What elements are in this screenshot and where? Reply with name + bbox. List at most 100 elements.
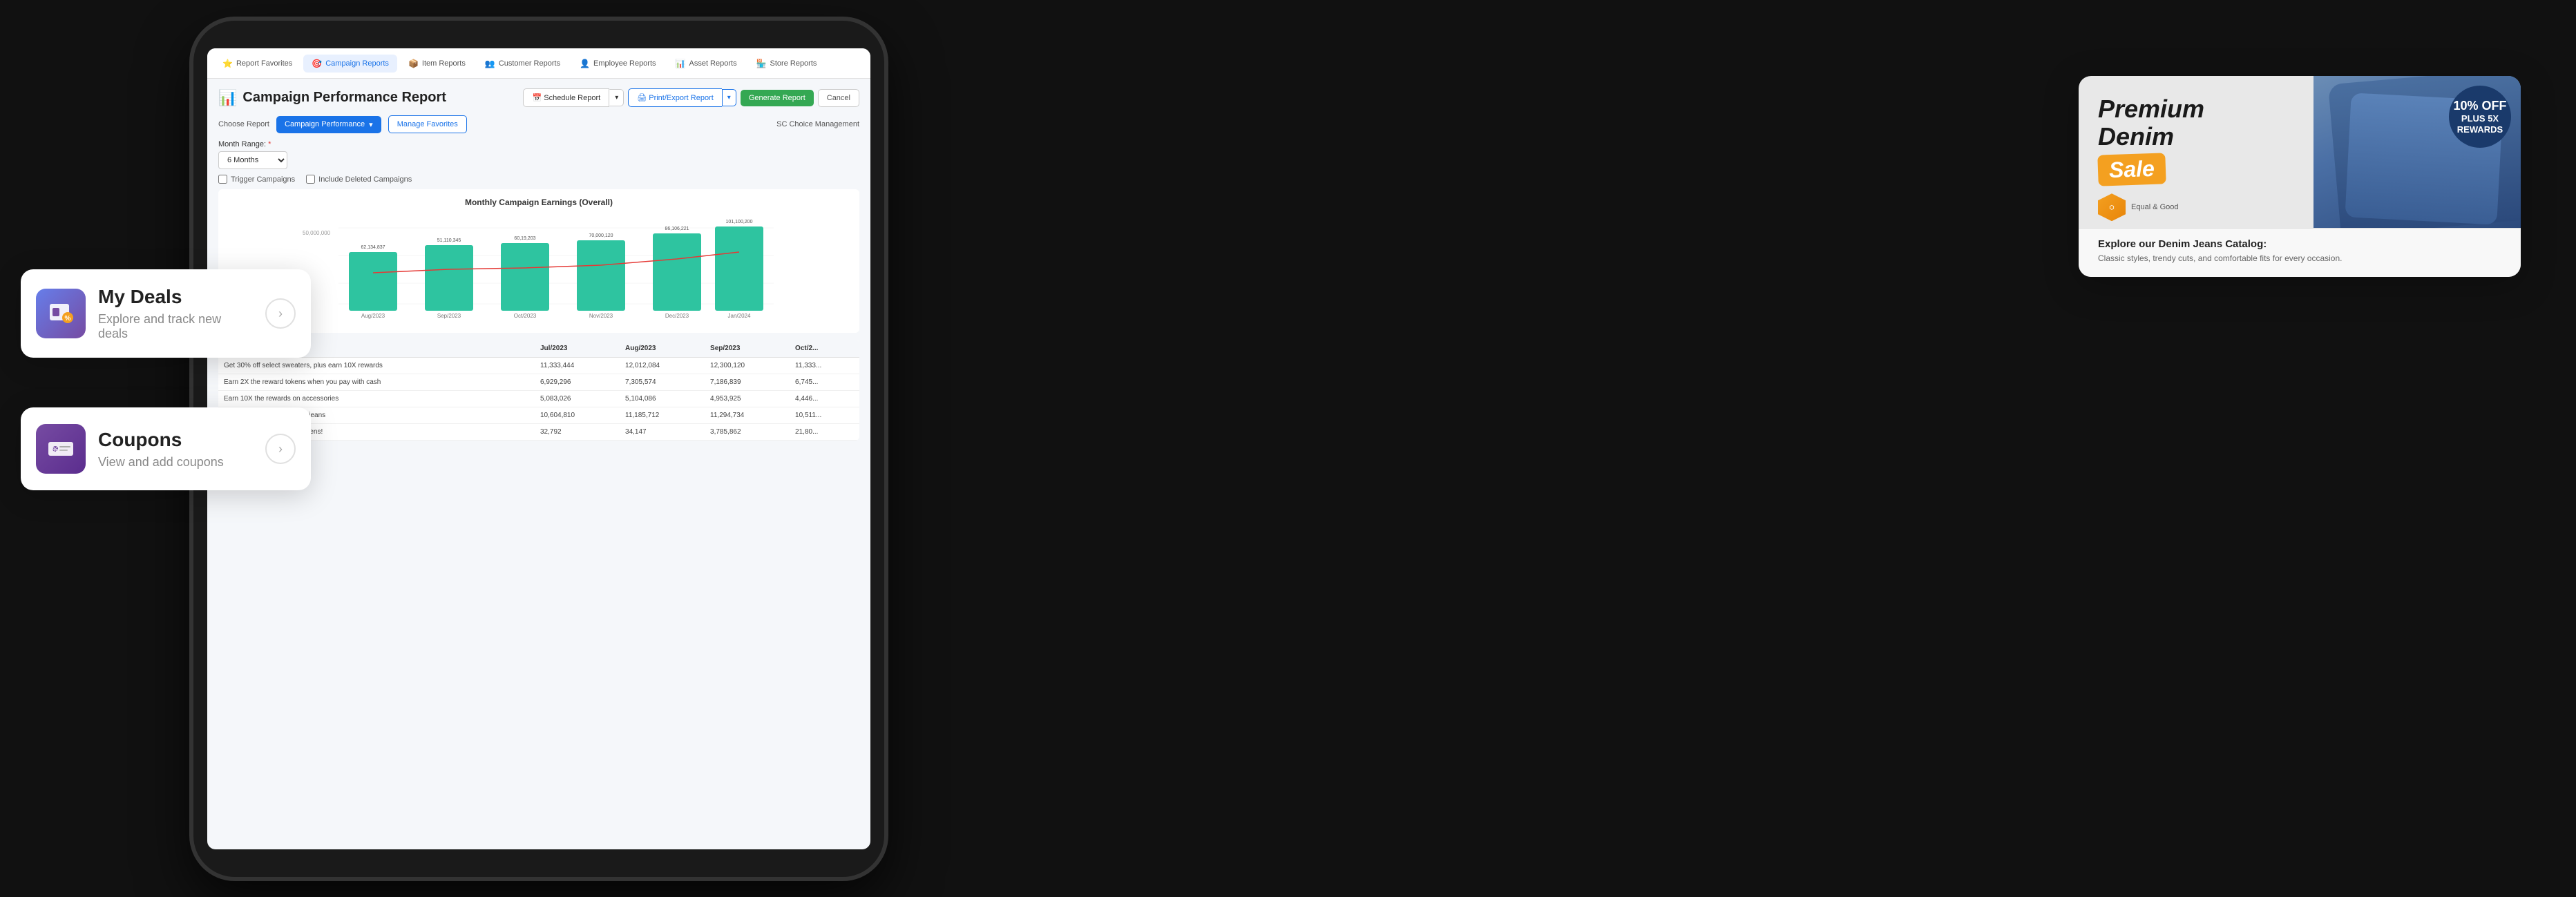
ad-card: 10% OFF PLUS 5X REWARDS Premium Denim Sa…	[2079, 76, 2521, 277]
item-reports-icon: 📦	[408, 59, 419, 68]
checkboxes-row: Trigger Campaigns Include Deleted Campai…	[218, 175, 859, 184]
row-oct: 10,511...	[790, 407, 859, 424]
schedule-report-caret[interactable]: ▾	[609, 89, 624, 106]
svg-text:Jan/2024: Jan/2024	[728, 313, 751, 319]
row-oct: 21,80...	[790, 424, 859, 441]
campaign-reports-icon: 🎯	[312, 59, 322, 68]
row-jul: 6,929,296	[535, 374, 620, 391]
svg-text:60,19,203: 60,19,203	[514, 236, 535, 241]
asset-reports-icon: 📊	[676, 59, 686, 68]
bar-chart-svg: 50,000,000 62,134,837 51,110,345	[227, 214, 851, 325]
deals-card-arrow[interactable]: ›	[265, 298, 296, 329]
col-oct: Oct/2...	[790, 340, 859, 358]
report-chart-icon: 📊	[218, 89, 237, 107]
ad-card-bottom: Explore our Denim Jeans Catalog: Classic…	[2079, 228, 2521, 277]
month-range-select[interactable]: 1 Month 3 Months 6 Months 12 Months	[218, 151, 287, 169]
report-title-text: Campaign Performance Report	[242, 90, 446, 106]
table-row: Earn 10X the rewards on accessories 5,08…	[218, 391, 859, 407]
row-aug: 5,104,086	[620, 391, 705, 407]
row-sep: 11,294,734	[705, 407, 790, 424]
report-header: 📊 Campaign Performance Report 📅 Schedule…	[218, 88, 859, 107]
table-row: Reusable Bag 50 FREE Tokens! 32,792 34,1…	[218, 424, 859, 441]
header-actions: 📅 Schedule Report ▾ 🖨 Print/Export Repor…	[523, 88, 859, 107]
row-name: Earn 2X the reward tokens when you pay w…	[218, 374, 535, 391]
ad-bottom-title: Explore our Denim Jeans Catalog:	[2098, 238, 2501, 250]
row-sep: 3,785,862	[705, 424, 790, 441]
main-content: 📊 Campaign Performance Report 📅 Schedule…	[207, 79, 870, 450]
tab-asset-reports[interactable]: 📊 Asset Reports	[667, 55, 745, 73]
tab-report-favorites[interactable]: ⭐ Report Favorites	[214, 55, 300, 73]
chart-area: 50,000,000 62,134,837 51,110,345	[227, 214, 851, 325]
svg-text:70,000,120: 70,000,120	[589, 233, 613, 238]
ad-text-area: Premium Denim Sale ⬡ Equal & Good	[2098, 95, 2501, 221]
svg-text:Sep/2023: Sep/2023	[437, 313, 461, 319]
tab-customer-reports[interactable]: 👥 Customer Reports	[477, 55, 569, 73]
deals-icon-box: %	[36, 289, 86, 338]
cancel-button[interactable]: Cancel	[818, 89, 859, 107]
choose-report-label: Choose Report	[218, 120, 269, 128]
deals-card-subtitle: Explore and track new deals	[98, 312, 253, 341]
tab-campaign-reports[interactable]: 🎯 Campaign Reports	[303, 55, 397, 73]
dropdown-arrow-icon: ▾	[369, 120, 373, 129]
trigger-campaigns-checkbox[interactable]: Trigger Campaigns	[218, 175, 295, 184]
logo-text: Equal & Good	[2131, 202, 2179, 212]
row-jul: 10,604,810	[535, 407, 620, 424]
data-table: Name Jul/2023 Aug/2023 Sep/2023 Oct/2...…	[218, 340, 859, 441]
print-export-button[interactable]: 🖨 Print/Export Report	[628, 88, 722, 107]
coupons-card-arrow[interactable]: ›	[265, 434, 296, 464]
svg-text:Oct/2023: Oct/2023	[514, 313, 537, 319]
row-oct: 4,446...	[790, 391, 859, 407]
logo-area: ⬡ Equal & Good	[2098, 193, 2501, 221]
tab-store-reports[interactable]: 🏪 Store Reports	[748, 55, 826, 73]
table-row: 10% off and 5X rewards on jeans 10,604,8…	[218, 407, 859, 424]
col-jul: Jul/2023	[535, 340, 620, 358]
logo-hex: ⬡	[2098, 193, 2126, 221]
row-aug: 7,305,574	[620, 374, 705, 391]
print-export-caret[interactable]: ▾	[722, 89, 736, 106]
coupons-card-subtitle: View and add coupons	[98, 455, 253, 470]
col-aug: Aug/2023	[620, 340, 705, 358]
coupons-icon: %	[46, 434, 76, 464]
row-aug: 12,012,084	[620, 358, 705, 374]
row-name: Get 30% off select sweaters, plus earn 1…	[218, 358, 535, 374]
coupons-card: % Coupons View and add coupons ›	[21, 407, 311, 490]
choose-report-dropdown[interactable]: Campaign Performance ▾	[276, 116, 381, 133]
my-deals-card: % My Deals Explore and track new deals ›	[21, 269, 311, 358]
controls-row: Choose Report Campaign Performance ▾ Man…	[218, 115, 859, 133]
discount-badge: 10% OFF PLUS 5X REWARDS	[2449, 86, 2511, 148]
row-sep: 4,953,925	[705, 391, 790, 407]
include-deleted-checkbox[interactable]: Include Deleted Campaigns	[306, 175, 412, 184]
month-range-row: Month Range: * 1 Month 3 Months 6 Months…	[218, 140, 859, 169]
svg-text:%: %	[65, 315, 71, 322]
deals-card-text: My Deals Explore and track new deals	[98, 286, 253, 341]
ad-bottom-desc: Classic styles, trendy cuts, and comfort…	[2098, 253, 2501, 264]
tab-item-reports[interactable]: 📦 Item Reports	[400, 55, 474, 73]
report-favorites-icon: ⭐	[222, 59, 233, 68]
svg-text:%: %	[53, 446, 58, 453]
table-row: Earn 2X the reward tokens when you pay w…	[218, 374, 859, 391]
org-label: SC Choice Management	[776, 120, 859, 128]
schedule-report-button[interactable]: 📅 Schedule Report	[523, 88, 609, 107]
row-oct: 6,745...	[790, 374, 859, 391]
svg-text:50,000,000: 50,000,000	[303, 230, 331, 236]
chart-title: Monthly Campaign Earnings (Overall)	[227, 197, 851, 207]
tab-employee-reports[interactable]: 👤 Employee Reports	[571, 55, 664, 73]
required-star: *	[268, 140, 271, 148]
svg-text:86,106,221: 86,106,221	[665, 226, 689, 231]
svg-text:51,110,345: 51,110,345	[437, 238, 461, 243]
row-jul: 11,333,444	[535, 358, 620, 374]
generate-report-button[interactable]: Generate Report	[741, 90, 814, 106]
ad-card-top: 10% OFF PLUS 5X REWARDS Premium Denim Sa…	[2079, 76, 2521, 228]
svg-text:Dec/2023: Dec/2023	[665, 313, 689, 319]
month-range-label: Month Range: *	[218, 140, 859, 148]
manage-favorites-button[interactable]: Manage Favorites	[388, 115, 467, 133]
deals-icon: %	[46, 298, 76, 329]
row-sep: 7,186,839	[705, 374, 790, 391]
row-oct: 11,333...	[790, 358, 859, 374]
table-row: Get 30% off select sweaters, plus earn 1…	[218, 358, 859, 374]
customer-reports-icon: 👥	[485, 59, 495, 68]
col-sep: Sep/2023	[705, 340, 790, 358]
row-aug: 34,147	[620, 424, 705, 441]
svg-text:Nov/2023: Nov/2023	[589, 313, 613, 319]
svg-text:62,134,837: 62,134,837	[361, 245, 385, 250]
